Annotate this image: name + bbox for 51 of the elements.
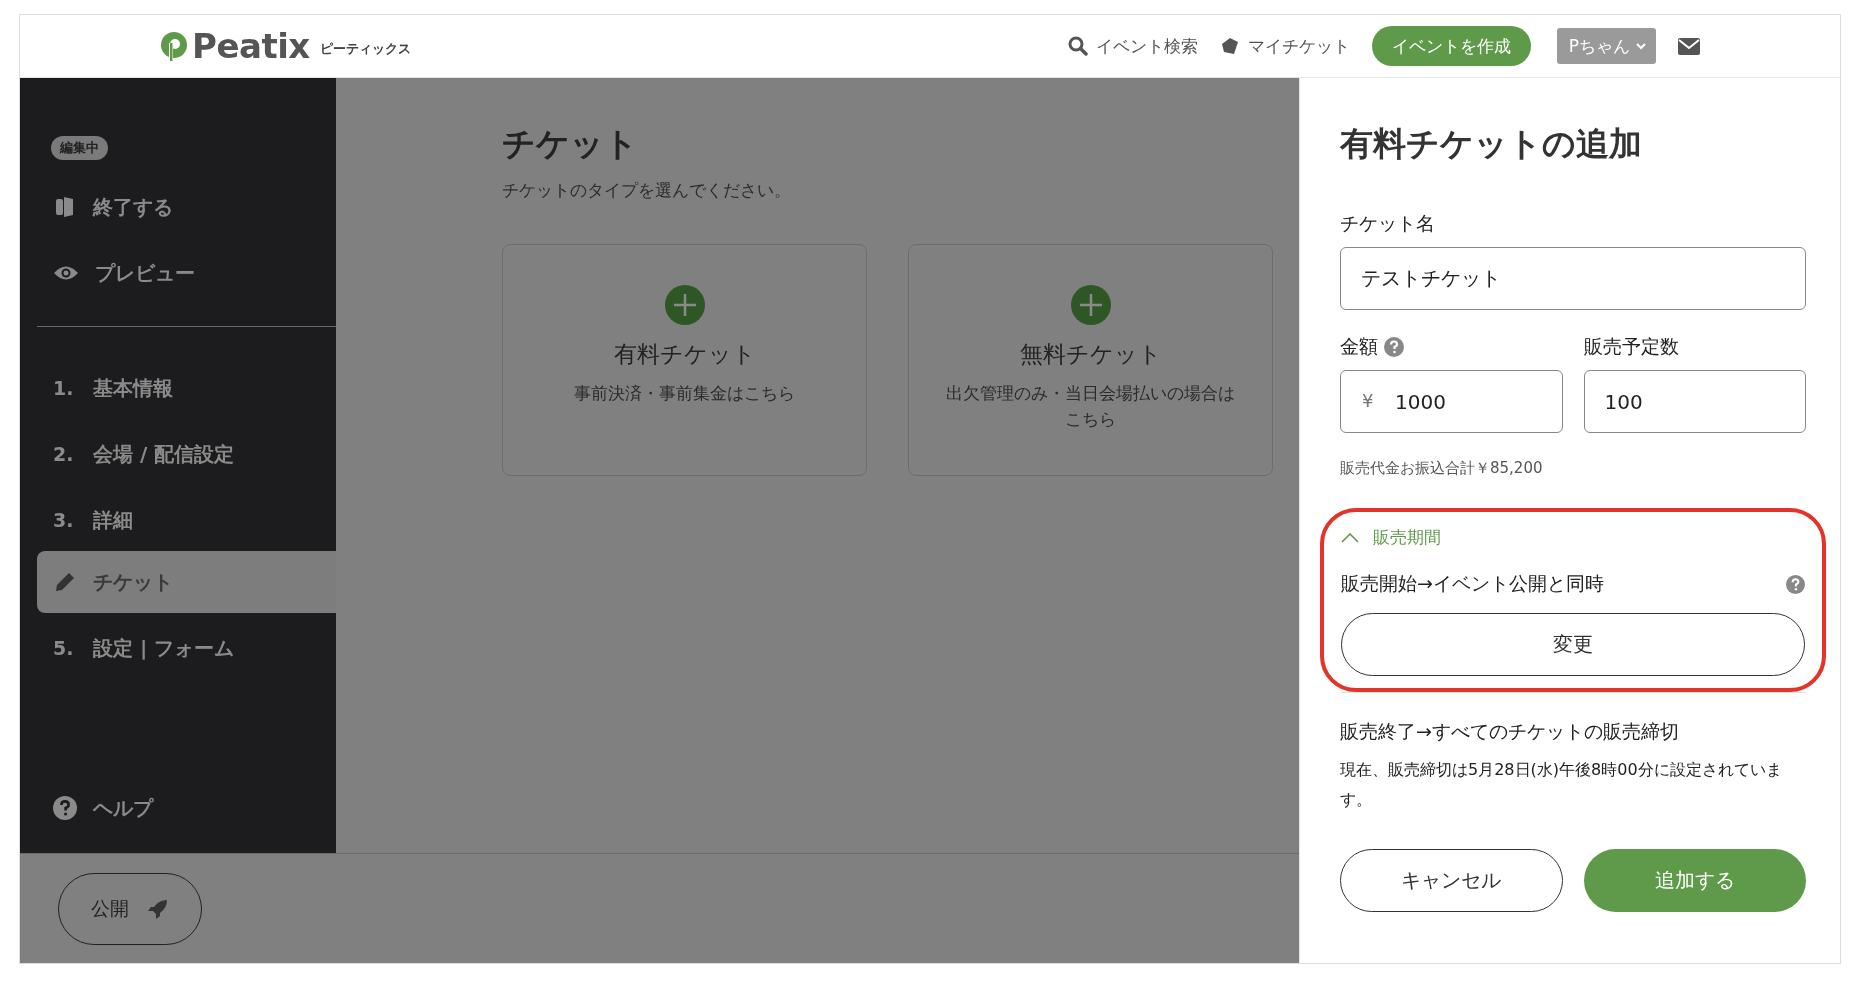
card-title: 有料チケット (613, 340, 756, 369)
rocket-icon (147, 897, 169, 920)
sale-end-title: 販売終了→すべてのチケットの販売締切 (1340, 719, 1680, 744)
help-icon (1384, 337, 1404, 357)
card-description: 出欠管理のみ・当日会場払いの場合はこちら (945, 382, 1236, 431)
ticket-name-field[interactable]: テストチケット (1340, 247, 1806, 310)
ticket-type-card[interactable]: 無料チケット 出欠管理のみ・当日会場払いの場合はこちら (908, 244, 1273, 476)
logo-reading: ピーティックス (319, 40, 411, 58)
sidebar-step[interactable]: 1. 基本情報 (37, 357, 336, 419)
panel-title: 有料チケットの追加 (1340, 123, 1643, 165)
add-button[interactable]: 追加する (1583, 849, 1806, 912)
sidebar-step[interactable]: 3. 詳細 (37, 489, 336, 551)
total-note: 販売代金お振込合計￥85,200 (1340, 459, 1544, 478)
page-title: チケット (502, 123, 639, 165)
change-button[interactable]: 変更 (1341, 613, 1805, 676)
card-title: 無料チケット (1019, 340, 1162, 369)
search-icon (1067, 36, 1088, 56)
help-icon (53, 796, 77, 820)
sale-end-note: 現在、販売締切は5月28日(水)午後8時00分に設定されています。 (1340, 759, 1783, 811)
sale-period-toggle[interactable]: 販売期間 (1341, 526, 1441, 549)
sidebar-step[interactable]: チケット (37, 551, 336, 613)
mail-icon[interactable] (1678, 37, 1700, 55)
chevron-up-icon (1341, 532, 1359, 543)
page-subtitle: チケットのタイプを選んでください。 (502, 179, 792, 202)
sidebar-step[interactable]: 5. 設定 | フォーム (37, 617, 336, 679)
currency-sign: ¥ (1362, 390, 1374, 411)
chevron-down-icon (1636, 42, 1646, 50)
plus-icon (664, 285, 705, 325)
field-label: 金額 (1340, 334, 1378, 359)
field-label: チケット名 (1340, 211, 1436, 236)
nav-link[interactable]: イベント検索 (1067, 34, 1198, 58)
editing-badge: 編集中 (51, 136, 108, 160)
sale-start-text: 販売開始→イベント公開と同時 (1341, 571, 1604, 596)
user-menu-button[interactable]: Pちゃん (1556, 28, 1656, 64)
field-label: 販売予定数 (1583, 334, 1680, 359)
eye-icon (53, 264, 79, 282)
cancel-button[interactable]: キャンセル (1340, 849, 1563, 912)
logo-text[interactable]: Peatix (192, 26, 310, 66)
plus-icon (1070, 285, 1111, 325)
help-link[interactable]: ヘルプ (37, 777, 336, 839)
nav-link[interactable]: マイチケット (1219, 34, 1350, 58)
ticket-type-card[interactable]: 有料チケット 事前決済・事前集金はこちら (502, 244, 867, 476)
logo-icon (160, 31, 188, 61)
pencil-icon (53, 570, 77, 594)
sidebar-action[interactable]: 終了する (37, 176, 336, 238)
quantity-field[interactable]: 100 (1583, 370, 1806, 433)
help-icon (1786, 574, 1805, 594)
sidebar-action[interactable]: プレビュー (37, 242, 336, 304)
sidebar-step[interactable]: 2. 会場 / 配信設定 (37, 423, 336, 485)
card-description: 事前決済・事前集金はこちら (574, 382, 795, 405)
create-event-button[interactable]: イベントを作成 (1371, 26, 1531, 66)
